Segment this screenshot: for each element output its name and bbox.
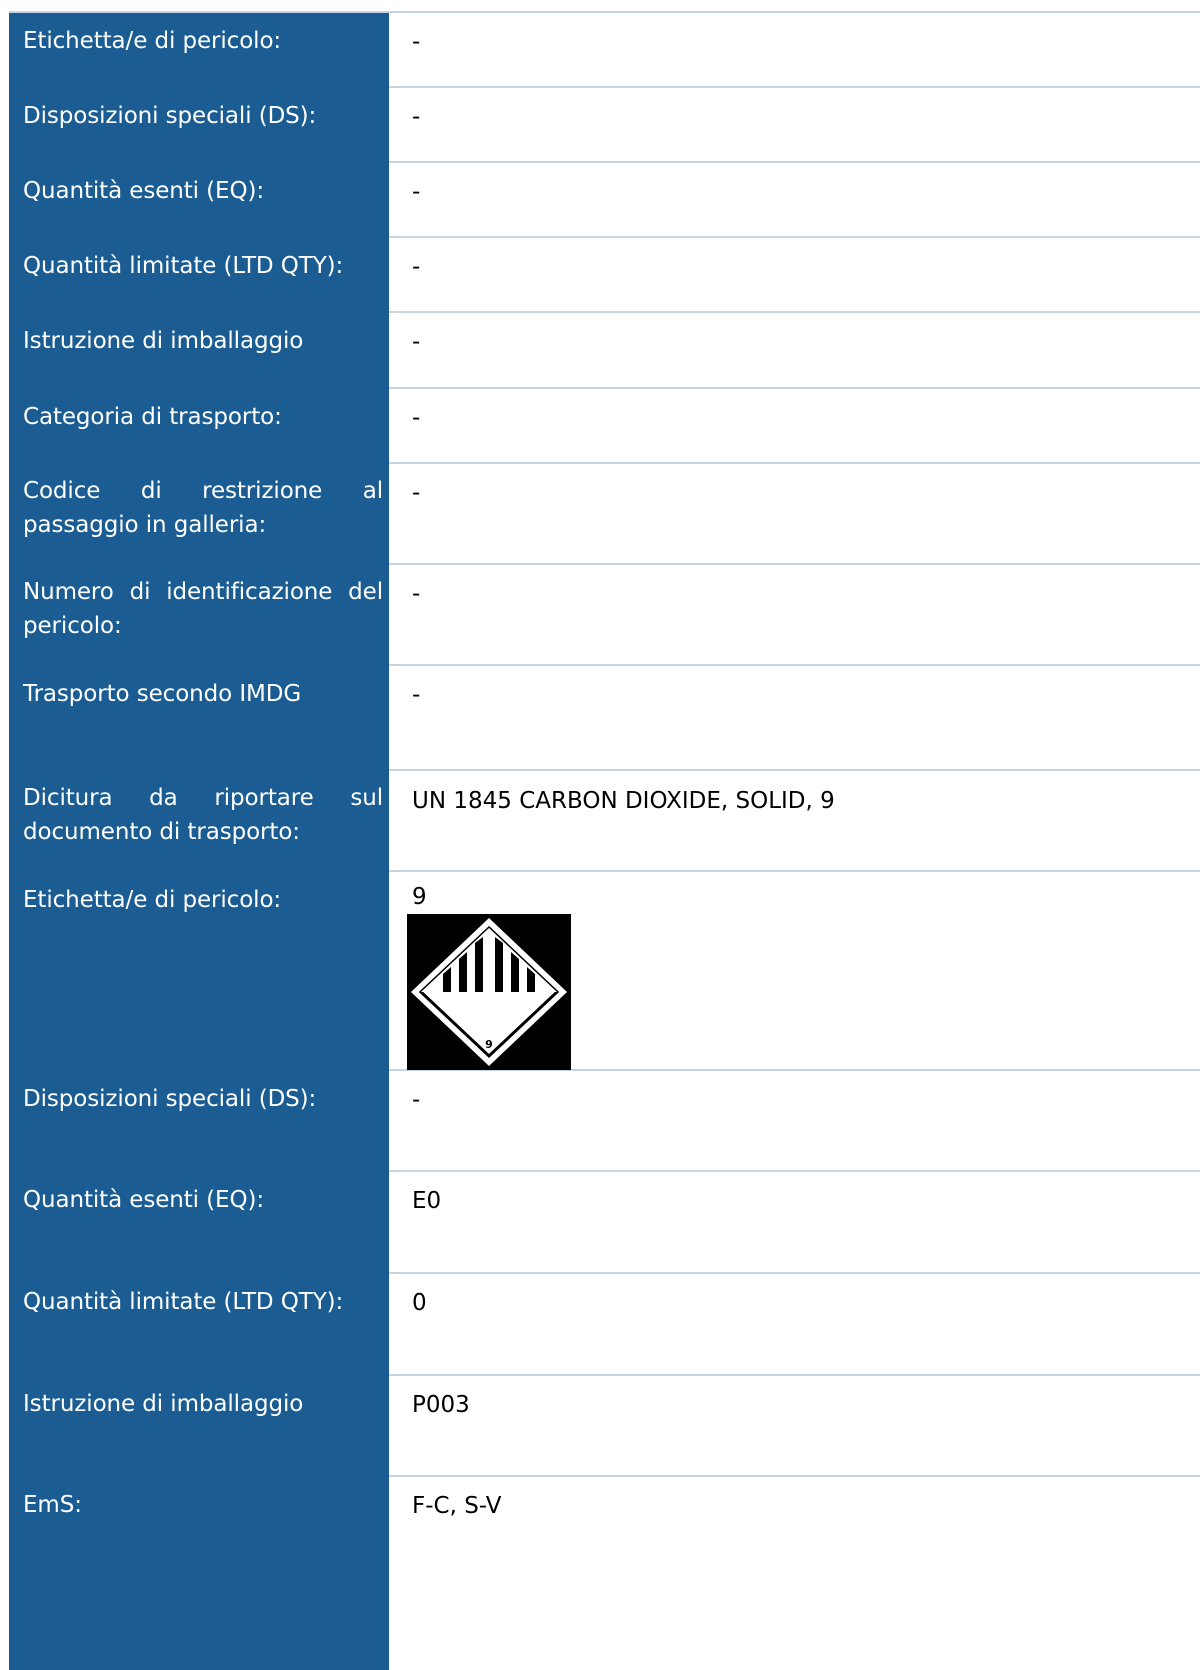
row-label: Codice di restrizione al passaggio in ga… (9, 464, 389, 565)
row-label: Dicitura da riportare sul documento di t… (9, 771, 389, 872)
row-label: EmS: (9, 1477, 389, 1670)
row-label: Quantità esenti (EQ): (9, 163, 389, 238)
row-label: Disposizioni speciali (DS): (9, 88, 389, 163)
row-value: 0 (389, 1274, 1200, 1376)
table-row: Quantità limitate (LTD QTY): 0 (9, 1274, 1200, 1376)
hazard-class-number: 9 (412, 884, 427, 910)
row-value: P003 (389, 1376, 1200, 1477)
row-value: UN 1845 CARBON DIOXIDE, SOLID, 9 (389, 771, 1200, 872)
table-row: Etichetta/e di pericolo: 9 9 (9, 872, 1200, 1071)
row-value: - (389, 13, 1200, 88)
row-value: - (389, 88, 1200, 163)
row-label: Etichetta/e di pericolo: (9, 13, 389, 88)
table-row: Numero di identificazione del pericolo: … (9, 565, 1200, 666)
row-label: Categoria di trasporto: (9, 389, 389, 464)
row-label: Istruzione di imballaggio (9, 1376, 389, 1477)
row-value: E0 (389, 1172, 1200, 1274)
table-row: Categoria di trasporto: - (9, 389, 1200, 464)
table-row: Quantità esenti (EQ): - (9, 163, 1200, 238)
row-label: Etichetta/e di pericolo: (9, 872, 389, 1071)
table-row: Istruzione di imballaggio - (9, 313, 1200, 389)
svg-text:9: 9 (485, 1038, 493, 1051)
row-label: Trasporto secondo IMDG (9, 666, 389, 771)
table-row: Codice di restrizione al passaggio in ga… (9, 464, 1200, 565)
row-value: - (389, 163, 1200, 238)
row-label: Quantità esenti (EQ): (9, 1172, 389, 1274)
class-9-hazard-label-icon: 9 (407, 914, 571, 1070)
table-row: Istruzione di imballaggio P003 (9, 1376, 1200, 1477)
row-value: - (389, 666, 1200, 771)
row-label: Numero di identificazione del pericolo: (9, 565, 389, 666)
transport-info-table: Etichetta/e di pericolo: - Disposizioni … (9, 11, 1200, 1670)
row-label: Istruzione di imballaggio (9, 313, 389, 389)
row-value: 9 9 (389, 872, 1200, 1071)
table-row: Disposizioni speciali (DS): - (9, 88, 1200, 163)
row-label: Quantità limitate (LTD QTY): (9, 238, 389, 313)
row-value: - (389, 389, 1200, 464)
table-row: Disposizioni speciali (DS): - (9, 1071, 1200, 1172)
table-row: Etichetta/e di pericolo: - (9, 13, 1200, 88)
table-row: Trasporto secondo IMDG - (9, 666, 1200, 771)
row-label: Quantità limitate (LTD QTY): (9, 1274, 389, 1376)
row-value: - (389, 1071, 1200, 1172)
table-row: Quantità limitate (LTD QTY): - (9, 238, 1200, 313)
row-value: F-C, S-V (389, 1477, 1200, 1670)
row-value: - (389, 565, 1200, 666)
row-label: Disposizioni speciali (DS): (9, 1071, 389, 1172)
table-row: Dicitura da riportare sul documento di t… (9, 771, 1200, 872)
row-value: - (389, 238, 1200, 313)
table-row: EmS: F-C, S-V (9, 1477, 1200, 1670)
row-value: - (389, 313, 1200, 389)
table-row: Quantità esenti (EQ): E0 (9, 1172, 1200, 1274)
row-value: - (389, 464, 1200, 565)
